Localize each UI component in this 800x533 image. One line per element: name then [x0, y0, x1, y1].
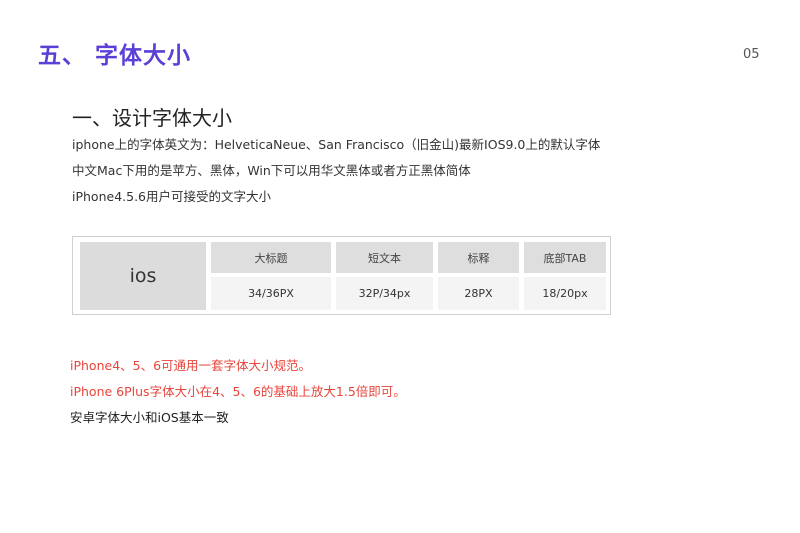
paragraph-font-chinese: 中文Mac下用的是苹方、黑体，Win下可以用华文黑体或者方正黑体简体	[72, 163, 471, 178]
value-cell-short-text: 32P/34px	[336, 277, 433, 310]
header-cell-title: 大标题	[211, 242, 331, 273]
value-cell-bottom-tab: 18/20px	[524, 277, 606, 310]
note-iphone-shared: iPhone4、5、6可通用一套字体大小规范。	[70, 358, 312, 373]
value-cell-caption: 28PX	[438, 277, 519, 310]
section-title: 五、 字体大小	[38, 43, 192, 69]
page-number: 05	[743, 47, 760, 62]
header-cell-caption: 标释	[438, 242, 519, 273]
note-android: 安卓字体大小和iOS基本一致	[70, 410, 229, 425]
paragraph-acceptable-size: iPhone4.5.6用户可接受的文字大小	[72, 189, 271, 204]
paragraph-font-english: iphone上的字体英文为：HelveticaNeue、San Francisc…	[72, 137, 601, 152]
font-size-table: ios 大标题 短文本 标释 底部TAB 34/36PX 32P/34px 28…	[72, 236, 611, 315]
header-cell-short-text: 短文本	[336, 242, 433, 273]
header-cell-bottom-tab: 底部TAB	[524, 242, 606, 273]
subheading: 一、设计字体大小	[72, 106, 232, 130]
value-cell-title: 34/36PX	[211, 277, 331, 310]
note-iphone-plus: iPhone 6Plus字体大小在4、5、6的基础上放大1.5倍即可。	[70, 384, 406, 399]
platform-cell: ios	[80, 242, 206, 310]
